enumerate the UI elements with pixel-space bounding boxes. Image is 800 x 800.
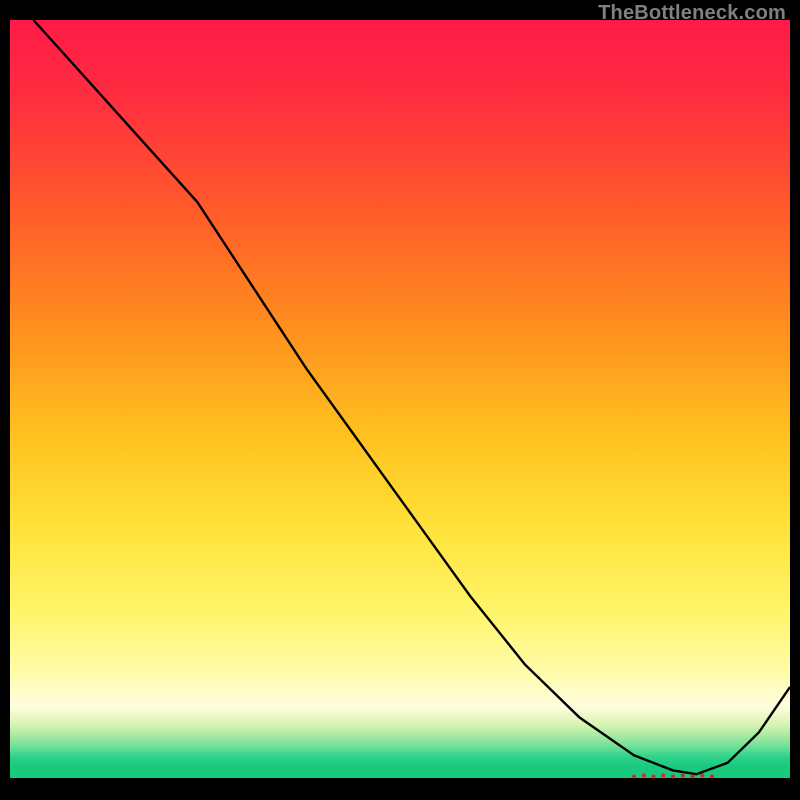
axis-baseline	[10, 778, 790, 790]
watermark-text: TheBottleneck.com	[598, 2, 786, 25]
bottleneck-chart	[10, 20, 790, 790]
chart-svg	[10, 20, 790, 790]
gradient-background	[10, 20, 790, 778]
